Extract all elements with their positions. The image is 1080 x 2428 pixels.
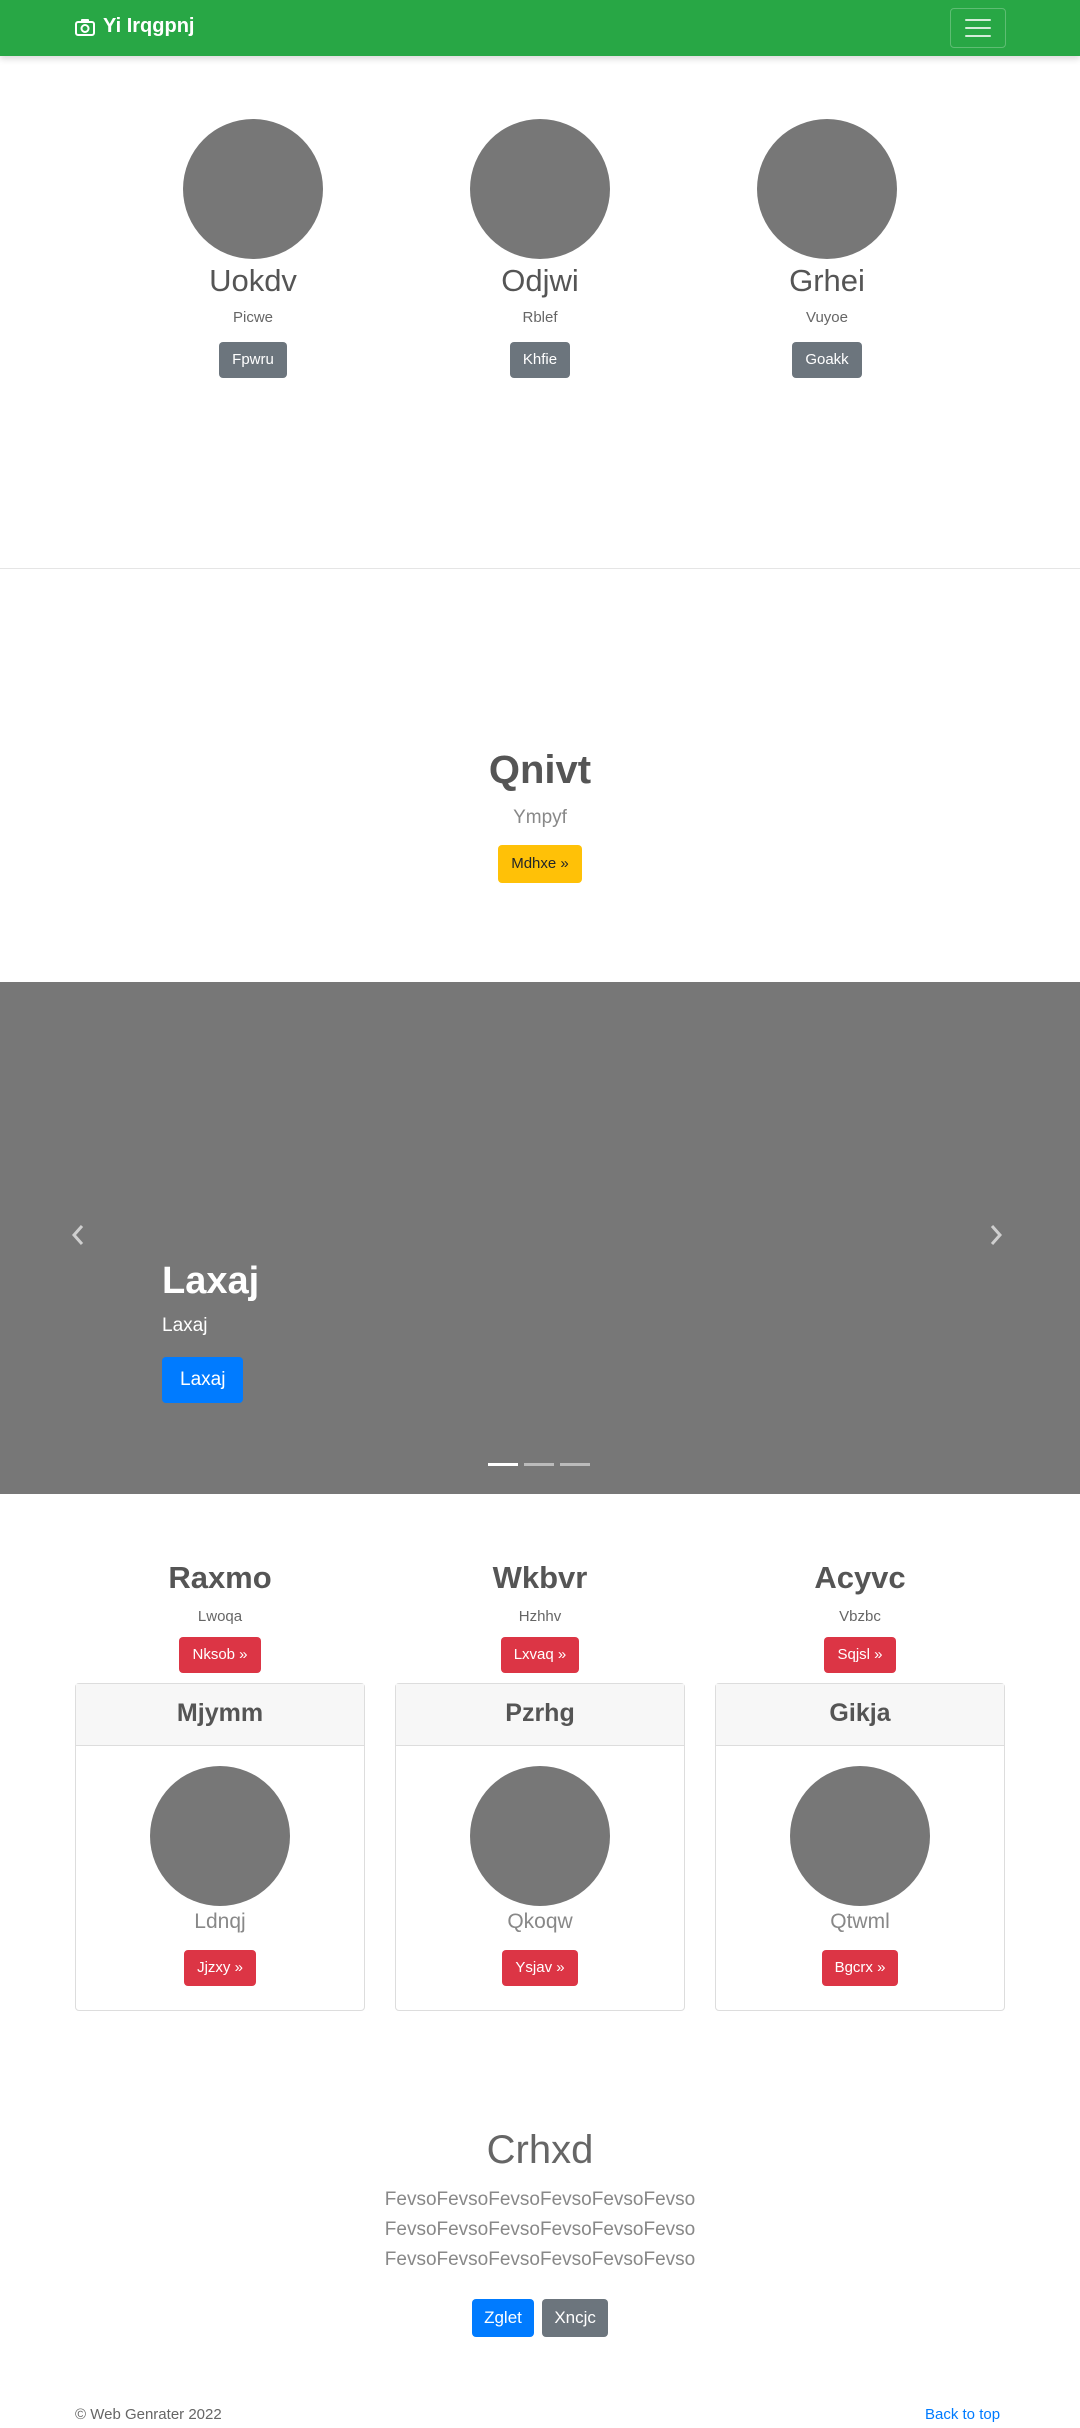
team-member-role: Vuyoe xyxy=(806,309,848,326)
jumbotron-section: Crhxd FevsoFevsoFevsoFevsoFevsoFevso Fev… xyxy=(0,2125,1080,2337)
carousel-indicator[interactable] xyxy=(524,1463,554,1466)
card-button[interactable]: Bgcrx » xyxy=(821,1950,899,1986)
team-member-role: Picwe xyxy=(232,309,273,326)
team-member-button[interactable]: Goakk xyxy=(792,342,862,378)
carousel-indicator[interactable] xyxy=(488,1463,518,1466)
back-to-top-link[interactable]: Back to top xyxy=(925,2406,1000,2423)
team-member-name: Grhei xyxy=(789,263,865,298)
jumbotron-lead: FevsoFevsoFevsoFevsoFevsoFevso FevsoFevs… xyxy=(384,2189,696,2270)
carousel-title: Laxaj xyxy=(162,1260,260,1302)
secondary-button[interactable]: Xncjc xyxy=(542,2299,608,2337)
card-header: Pzrhg xyxy=(396,1684,684,1746)
avatar xyxy=(150,1766,290,1906)
carousel-prev-button[interactable] xyxy=(70,1222,94,1250)
card-button[interactable]: Ysjav » xyxy=(502,1950,578,1986)
card-header: Mjymm xyxy=(76,1684,364,1746)
avatar xyxy=(470,119,610,259)
jumbotron-title: Crhxd xyxy=(486,2128,594,2172)
section-divider xyxy=(0,568,1080,569)
navbar-brand[interactable]: Yi Irqgpnj xyxy=(75,15,194,38)
team-member: Uokdv Picwe Fpwru xyxy=(143,119,363,378)
carousel: Laxaj Laxaj Laxaj xyxy=(0,982,1080,1494)
footer-copyright: © Web Genrater 2022 xyxy=(75,2406,222,2423)
team-member-role: Rblef xyxy=(522,309,558,326)
hero-button[interactable]: Mdhxe » xyxy=(498,845,582,883)
team-member-button[interactable]: Fpwru xyxy=(219,342,287,378)
feature-subtitle: Hzhhv xyxy=(518,1608,562,1625)
feature-title: Raxmo xyxy=(168,1560,272,1595)
navbar-toggler-button[interactable] xyxy=(950,8,1006,48)
feature-title: Acyvc xyxy=(814,1560,906,1595)
team-member-name: Odjwi xyxy=(501,263,579,298)
carousel-indicators xyxy=(488,1463,590,1466)
carousel-indicator[interactable] xyxy=(560,1463,590,1466)
feature-subtitle: Lwoqa xyxy=(197,1608,243,1625)
avatar xyxy=(470,1766,610,1906)
card: Gikja Qtwml Bgcrx » xyxy=(715,1683,1005,2011)
hero-subtitle: Ympyf xyxy=(513,807,567,828)
carousel-caption: Laxaj Laxaj Laxaj xyxy=(162,1257,259,1403)
carousel-next-button[interactable] xyxy=(988,1222,1012,1250)
carousel-button[interactable]: Laxaj xyxy=(162,1357,244,1403)
card: Mjymm Ldnqj Jjzxy » xyxy=(75,1683,365,2011)
hamburger-icon xyxy=(965,19,991,21)
feature-button[interactable]: Lxvaq » xyxy=(500,1637,580,1673)
brand-label: Yi Irqgpnj xyxy=(103,15,195,37)
avatar xyxy=(790,1766,930,1906)
feature-title: Wkbvr xyxy=(492,1560,588,1595)
feature-button[interactable]: Nksob » xyxy=(179,1637,261,1673)
team-member: Grhei Vuyoe Goakk xyxy=(717,119,937,378)
hero-title: Qnivt xyxy=(488,748,592,792)
navbar: Yi Irqgpnj xyxy=(0,0,1080,56)
card-text: Ldnqj xyxy=(194,1910,246,1933)
chevron-right-icon xyxy=(990,1225,1003,1245)
card-text: Qkoqw xyxy=(507,1910,573,1933)
avatar xyxy=(757,119,897,259)
team-member-button[interactable]: Khfie xyxy=(509,342,571,378)
card-text: Qtwml xyxy=(830,1910,890,1933)
camera-icon xyxy=(75,18,95,36)
feature-column: Acyvc Vbzbc Sqjsl » xyxy=(735,1558,985,1673)
feature-column: Raxmo Lwoqa Nksob » xyxy=(95,1558,345,1673)
feature-column: Wkbvr Hzhhv Lxvaq » xyxy=(415,1558,665,1673)
chevron-left-icon xyxy=(71,1225,84,1245)
card-header: Gikja xyxy=(716,1684,1004,1746)
team-member-name: Uokdv xyxy=(209,263,297,298)
feature-button[interactable]: Sqjsl » xyxy=(824,1637,896,1673)
feature-subtitle: Vbzbc xyxy=(839,1608,881,1625)
primary-button[interactable]: Zglet xyxy=(472,2299,534,2337)
card: Pzrhg Qkoqw Ysjav » xyxy=(395,1683,685,2011)
carousel-subtitle: Laxaj xyxy=(162,1315,208,1336)
hero-section: Qnivt Ympyf Mdhxe » xyxy=(0,745,1080,883)
avatar xyxy=(183,119,323,259)
card-button[interactable]: Jjzxy » xyxy=(184,1950,256,1986)
team-member: Odjwi Rblef Khfie xyxy=(430,119,650,378)
